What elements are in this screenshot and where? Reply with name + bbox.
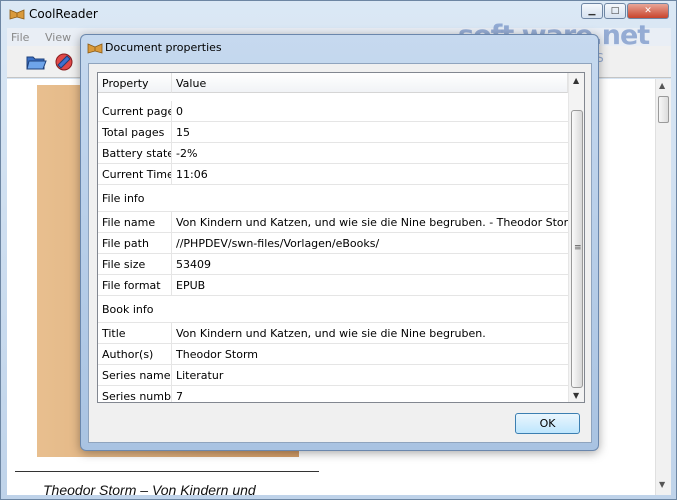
document-properties-dialog: Document properties Property Value Curre… [80, 34, 599, 451]
property-cell: Series name [98, 365, 172, 385]
scroll-up-arrow-icon[interactable]: ▲ [659, 81, 665, 90]
menu-view[interactable]: View [45, 31, 71, 44]
table-row[interactable]: Series name Literatur [98, 365, 568, 386]
scroll-down-arrow-icon[interactable]: ▼ [573, 391, 579, 400]
value-cell: 53409 [176, 257, 211, 271]
property-cell: Current page [98, 101, 172, 121]
column-header-property[interactable]: Property [98, 73, 172, 93]
table-row[interactable]: Total pages 15 [98, 122, 568, 143]
value-cell: 7 [176, 389, 183, 403]
value-cell: Literatur [176, 368, 224, 382]
column-header-value[interactable]: Value [172, 73, 568, 93]
value-cell: 0 [176, 104, 183, 118]
open-folder-icon[interactable] [25, 51, 47, 73]
section-header-book-info: Book info [98, 296, 568, 323]
dialog-body: Property Value Current page 0 Total page… [88, 63, 592, 443]
menu-file[interactable]: File [11, 31, 29, 44]
table-row[interactable]: Series number 7 [98, 386, 568, 403]
property-cell: Title [98, 323, 172, 343]
scroll-up-arrow-icon[interactable]: ▲ [573, 76, 579, 85]
scroll-down-arrow-icon[interactable]: ▼ [659, 480, 665, 489]
window-title: CoolReader [29, 7, 98, 21]
table-scrollbar[interactable]: ▲ ≡ ▼ [568, 73, 584, 402]
title-bar[interactable]: CoolReader ▁ □ ✕ [1, 1, 676, 27]
table-row[interactable]: Battery state -2% [98, 143, 568, 164]
property-cell: Battery state [98, 143, 172, 163]
property-cell: File format [98, 275, 172, 295]
value-cell: 11:06 [176, 167, 208, 181]
minimize-button[interactable]: ▁ [581, 3, 603, 19]
property-cell: File name [98, 212, 172, 232]
property-cell: Current Time [98, 164, 172, 184]
bookmark-icon[interactable] [53, 51, 75, 73]
table-row[interactable]: File size 53409 [98, 254, 568, 275]
value-cell: Von Kindern und Katzen, und wie sie die … [176, 326, 486, 340]
page-text: Theodor Storm – Von Kindern und [43, 482, 256, 495]
table-row[interactable]: Author(s) Theodor Storm [98, 344, 568, 365]
property-cell: Author(s) [98, 344, 172, 364]
value-cell: 15 [176, 125, 190, 139]
dialog-title: Document properties [105, 41, 222, 54]
value-cell: Von Kindern und Katzen, und wie sie die … [176, 215, 568, 229]
table-row[interactable]: File format EPUB [98, 275, 568, 296]
page-divider [15, 471, 319, 472]
properties-table[interactable]: Property Value Current page 0 Total page… [97, 72, 585, 403]
property-cell: File size [98, 254, 172, 274]
table-row[interactable]: Current Time 11:06 [98, 164, 568, 185]
scroll-thumb[interactable]: ≡ [571, 110, 583, 388]
value-cell: //PHPDEV/swn-files/Vorlagen/eBooks/ [176, 236, 380, 250]
table-row[interactable]: Title Von Kindern und Katzen, und wie si… [98, 323, 568, 344]
table-row[interactable]: File name Von Kindern und Katzen, und wi… [98, 212, 568, 233]
ok-button[interactable]: OK [515, 413, 580, 434]
dialog-app-icon [87, 43, 103, 54]
maximize-button[interactable]: □ [604, 3, 626, 19]
value-cell: EPUB [176, 278, 206, 292]
app-icon [9, 9, 25, 20]
property-cell: File path [98, 233, 172, 253]
value-cell: Theodor Storm [176, 347, 258, 361]
section-header-file-info: File info [98, 185, 568, 212]
close-button[interactable]: ✕ [627, 3, 669, 19]
property-cell: Total pages [98, 122, 172, 142]
table-row[interactable]: File path //PHPDEV/swn-files/Vorlagen/eB… [98, 233, 568, 254]
property-cell: Series number [98, 386, 172, 402]
value-cell: -2% [176, 146, 198, 160]
grip-icon: ≡ [574, 243, 582, 253]
scroll-thumb[interactable] [658, 96, 669, 123]
table-row[interactable]: Current page 0 [98, 101, 568, 122]
reader-scrollbar[interactable]: ▲ ▼ [655, 79, 671, 495]
